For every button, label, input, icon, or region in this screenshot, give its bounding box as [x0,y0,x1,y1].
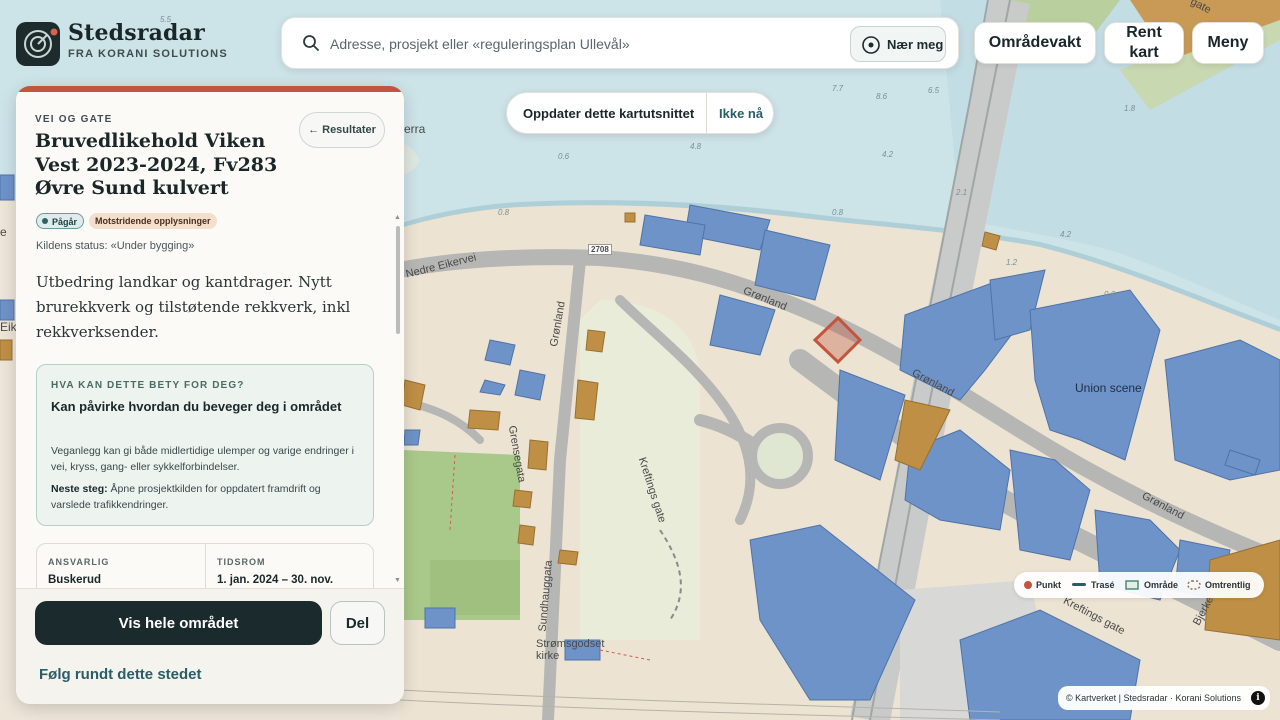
search-bar[interactable]: Adresse, prosjekt eller «reguleringsplan… [281,17,959,69]
depth-label: 6.5 [928,86,940,95]
map-poi-label: Union scene [1075,381,1142,395]
scrollbar-thumb[interactable] [396,226,400,334]
update-map-button[interactable]: Oppdater dette kartutsnittet [523,106,694,121]
depth-label: 0.8 [832,208,844,217]
area-swatch-icon [1125,580,1139,590]
project-title: Bruvedlikehold Viken Vest 2023-2024, Fv2… [35,130,278,199]
dismiss-update-button[interactable]: Ikke nå [719,106,763,121]
depth-label: 8.6 [876,92,888,101]
brand-subtitle: FRA KORANI SOLUTIONS [68,48,228,60]
route-swatch-icon [1072,583,1086,586]
map-place-label: erra [404,122,426,136]
map-poi-label: Strømsgodset kirke [536,638,605,662]
map-road-number: 2708 [588,244,612,255]
scroll-up-icon[interactable]: ▲ [394,214,401,221]
search-input[interactable]: Adresse, prosjekt eller «reguleringsplan… [330,36,630,52]
brand: Stedsradar FRA KORANI SOLUTIONS [68,20,228,60]
search-icon [303,35,319,51]
status-badge-label: Pågår [52,217,78,227]
depth-label: 7.7 [832,84,844,93]
share-button[interactable]: Del [330,601,385,645]
depth-label: 1.2 [1006,258,1018,267]
map-update-prompt: Oppdater dette kartutsnittet Ikke nå [506,92,774,134]
legend-approx: Omtrentlig [1205,580,1251,590]
brand-title: Stedsradar [68,20,205,46]
panel-accent-bar [16,86,404,92]
panel-footer: Vis hele området Del Følg rundt dette st… [16,588,404,704]
impact-text: Veganlegg kan gi både midlertidige ulemp… [51,445,354,473]
depth-label: 0.8 [498,208,510,217]
info-icon[interactable]: i [1251,691,1265,705]
legend-area: Område [1144,580,1179,590]
approx-swatch-icon [1187,580,1201,590]
source-status: Kildens status: «Under bygging» [36,240,195,252]
attribution-text: © Kartverket | Stedsradar · Korani Solut… [1066,693,1242,703]
show-area-button[interactable]: Vis hele området [35,601,322,645]
period-label: TIDSROM [217,557,266,567]
category-label: VEI OG GATE [35,114,113,125]
next-step-label: Neste steg: [51,483,108,495]
conflict-badge: Motstridende opplysninger [89,213,217,229]
app-logo[interactable] [16,22,60,66]
impact-next-step: Neste steg: Åpne prosjektkilden for oppd… [51,481,361,513]
legend-point: Punkt [1036,580,1062,590]
follow-place-link[interactable]: Følg rundt dette stedet [39,666,202,683]
legend-route: Trasé [1091,580,1115,590]
responsible-label: ANSVARLIG [48,557,110,567]
area-watch-button[interactable]: Områdevakt [974,22,1096,64]
impact-card: HVA KAN DETTE BETY FOR DEG? Kan påvirke … [36,364,374,526]
clean-map-button[interactable]: Rent kart [1104,22,1184,64]
depth-label: 0.6 [558,152,570,161]
point-swatch-icon [1024,581,1032,589]
impact-kicker: HVA KAN DETTE BETY FOR DEG? [51,380,245,391]
map-legend: Punkt Trasé Område Omtrentlig [1014,572,1264,598]
project-detail-panel: VEI OG GATE Bruvedlikehold Viken Vest 20… [16,86,404,704]
scroll-down-icon[interactable]: ▼ [394,577,401,584]
back-to-results-button[interactable]: ← Resultater [299,112,385,148]
locate-icon [862,36,880,54]
status-dot-icon [42,218,48,224]
depth-label: 4.2 [1060,230,1072,239]
depth-label: 2.1 [956,188,968,197]
project-description: Utbedring landkar og kantdrager. Nytt br… [36,273,351,341]
responsible-value: Buskerud [48,574,102,586]
depth-label: 4.2 [882,150,894,159]
status-badge: Pågår [36,213,85,229]
map-place-label: e [0,225,7,239]
divider [706,93,707,133]
map-place-label: Eik [0,320,17,334]
depth-label: 4.8 [690,142,702,151]
near-me-label: Nær meg [887,37,944,52]
menu-button[interactable]: Meny [1192,22,1264,64]
near-me-button[interactable]: Nær meg [850,26,946,62]
depth-label: 0.6 [1104,290,1116,299]
map-attribution: © Kartverket | Stedsradar · Korani Solut… [1058,686,1270,710]
period-value: 1. jan. 2024 – 30. nov. [217,574,334,586]
depth-label: 1.8 [1124,104,1136,113]
impact-heading: Kan påvirke hvordan du beveger deg i omr… [51,399,342,414]
radar-icon [24,28,58,58]
